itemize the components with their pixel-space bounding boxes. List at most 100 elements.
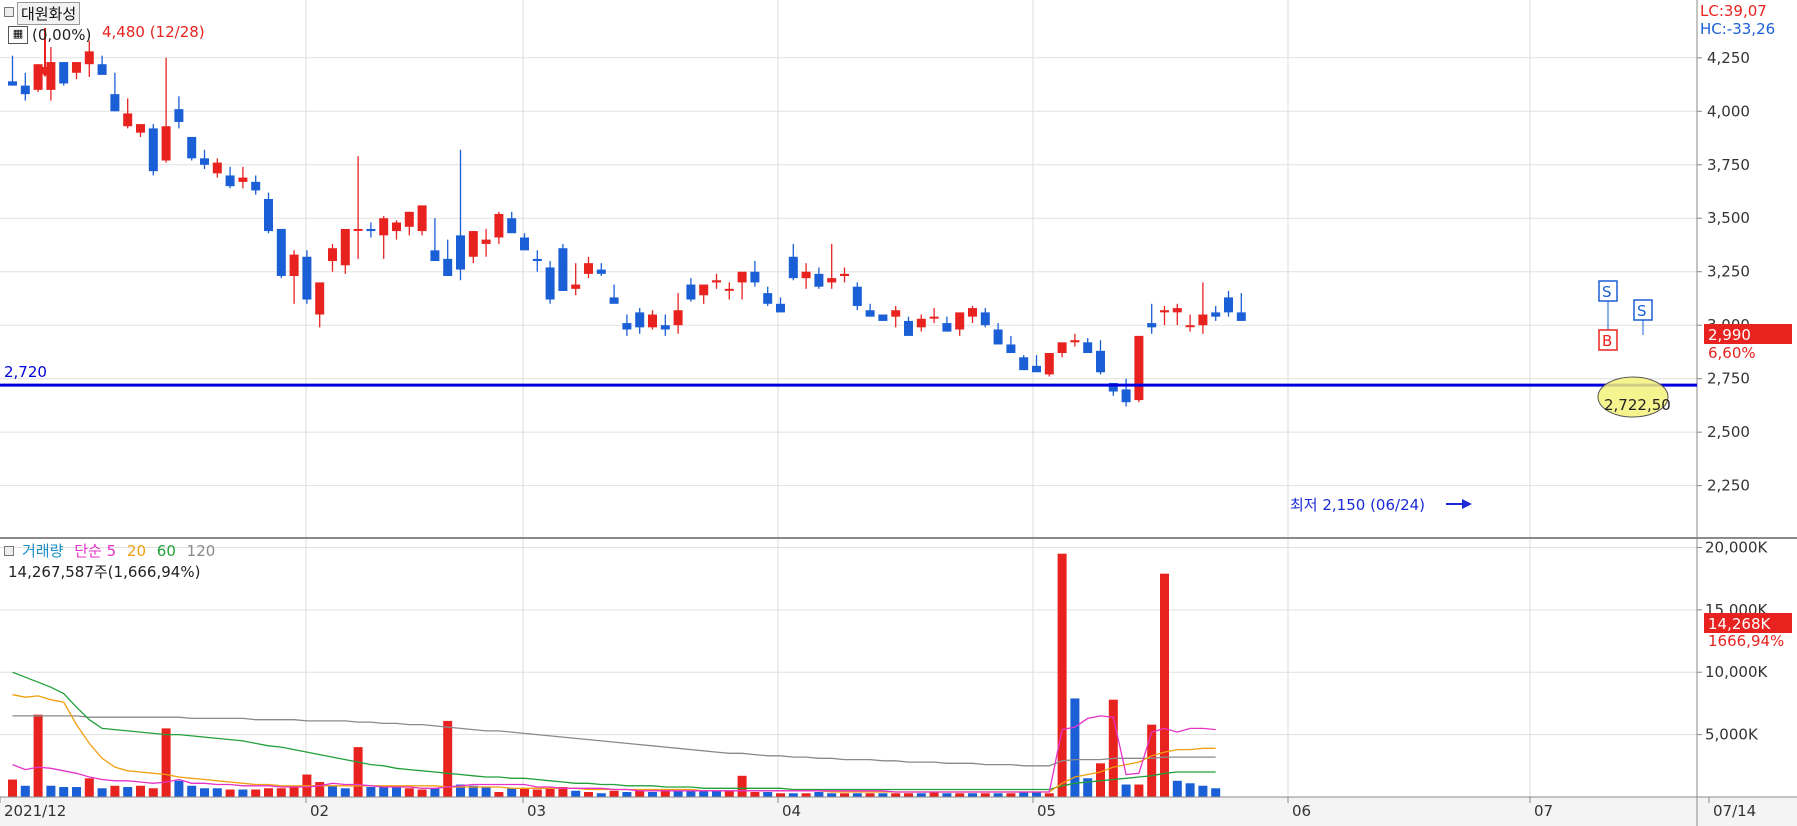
candle-body	[660, 325, 670, 330]
volume-bar	[878, 793, 888, 797]
volume-bar	[942, 793, 952, 797]
volume-bar	[865, 793, 875, 797]
x-tick-label: 04	[782, 802, 801, 820]
x-tick-label: 03	[527, 802, 546, 820]
volume-bar	[1006, 793, 1016, 797]
candle-body	[84, 51, 94, 65]
candle-body	[609, 297, 619, 304]
volume-bar	[1198, 785, 1208, 797]
volume-bar	[1044, 793, 1054, 797]
price-tick-label: 4,250	[1707, 49, 1750, 67]
candle-body	[1134, 335, 1144, 401]
candle-body	[1236, 312, 1246, 321]
volume-bar	[430, 788, 440, 797]
legend-ma60: 60	[156, 542, 176, 560]
volume-bar	[328, 785, 337, 797]
candle-body	[1044, 353, 1054, 375]
candle-body	[891, 310, 901, 317]
grid-icon[interactable]: ▦	[8, 26, 28, 44]
volume-bar	[532, 789, 542, 797]
candle-body	[174, 109, 184, 122]
candle-body	[264, 198, 273, 232]
price-tick-label: 4,000	[1707, 102, 1750, 120]
x-tick-label: 02	[310, 802, 329, 820]
volume-bar	[276, 788, 286, 797]
candle	[558, 243, 568, 291]
candle	[302, 250, 312, 304]
candle-body	[980, 312, 990, 326]
volume-bar	[840, 793, 849, 797]
candle	[187, 136, 197, 161]
current-volume-badge-text: 14,268K	[1708, 615, 1771, 633]
candle-body	[417, 205, 427, 232]
volume-bar	[84, 778, 94, 797]
candle-body	[1057, 342, 1067, 354]
volume-bar	[1070, 698, 1080, 797]
candle-body	[724, 288, 734, 291]
candle	[545, 261, 555, 304]
volume-bar	[251, 789, 261, 797]
candle-body	[468, 231, 478, 257]
candle-body	[673, 310, 683, 326]
candle-body	[916, 318, 926, 328]
current-change-text: 6,60%	[1708, 344, 1756, 362]
candle	[276, 228, 286, 279]
svg-text:2,722,50: 2,722,50	[1604, 396, 1671, 414]
candle-body	[315, 282, 325, 315]
candle-body	[1070, 340, 1080, 343]
candle	[1019, 355, 1029, 371]
candle-body	[302, 256, 312, 300]
candle-body	[8, 81, 17, 86]
volume-bar	[814, 792, 824, 797]
candle-body	[852, 286, 862, 306]
stock-name-box[interactable]: 대원화성	[17, 2, 81, 25]
price-panel-toggle-button[interactable]	[4, 7, 14, 17]
volume-bar	[494, 792, 504, 797]
volume-bar	[148, 788, 158, 797]
volume-bar	[8, 779, 17, 797]
price-tick-label: 2,250	[1707, 477, 1750, 495]
volume-bar	[315, 782, 325, 797]
candle-body	[1172, 308, 1182, 313]
candle-body	[212, 162, 222, 174]
candle-body	[865, 310, 875, 317]
volume-panel-toggle-button[interactable]	[4, 546, 14, 556]
candle	[878, 314, 888, 321]
svg-text:최저 2,150 (06/24): 최저 2,150 (06/24)	[1290, 496, 1425, 514]
candle-body	[814, 273, 824, 287]
volume-bar	[929, 792, 939, 797]
candle-body	[878, 314, 888, 321]
volume-bar	[712, 790, 721, 797]
volume-bar	[20, 785, 30, 797]
candle	[148, 124, 158, 176]
volume-bar	[520, 788, 529, 797]
candle	[417, 205, 427, 236]
volume-bar	[225, 789, 235, 797]
candle-body	[481, 239, 491, 244]
candle-body	[955, 312, 965, 330]
candle-body	[123, 113, 133, 127]
volume-bar	[507, 788, 517, 797]
candle-body	[699, 284, 709, 296]
candle-body	[648, 314, 657, 328]
volume-bar	[955, 793, 965, 797]
volume-bar	[404, 788, 414, 797]
volume-bar	[59, 787, 69, 797]
volume-legend: 거래량 단순 5 20 60 120	[22, 540, 215, 561]
legend-simple: 단순	[74, 542, 102, 560]
candle-body	[635, 312, 645, 328]
candle-body	[993, 329, 1003, 345]
candle-body	[737, 271, 747, 283]
volume-bar	[1134, 784, 1144, 797]
price-tick-label: 3,500	[1707, 209, 1750, 227]
legend-ma120: 120	[186, 542, 216, 560]
candle-body	[827, 278, 837, 283]
candle	[59, 62, 69, 86]
volume-bar	[264, 788, 273, 797]
candle-body	[686, 284, 696, 300]
volume-bar	[827, 793, 837, 797]
volume-bar	[174, 780, 184, 797]
svg-text:B: B	[1602, 332, 1612, 350]
svg-text:S: S	[1602, 283, 1612, 301]
volume-bar	[724, 790, 734, 797]
